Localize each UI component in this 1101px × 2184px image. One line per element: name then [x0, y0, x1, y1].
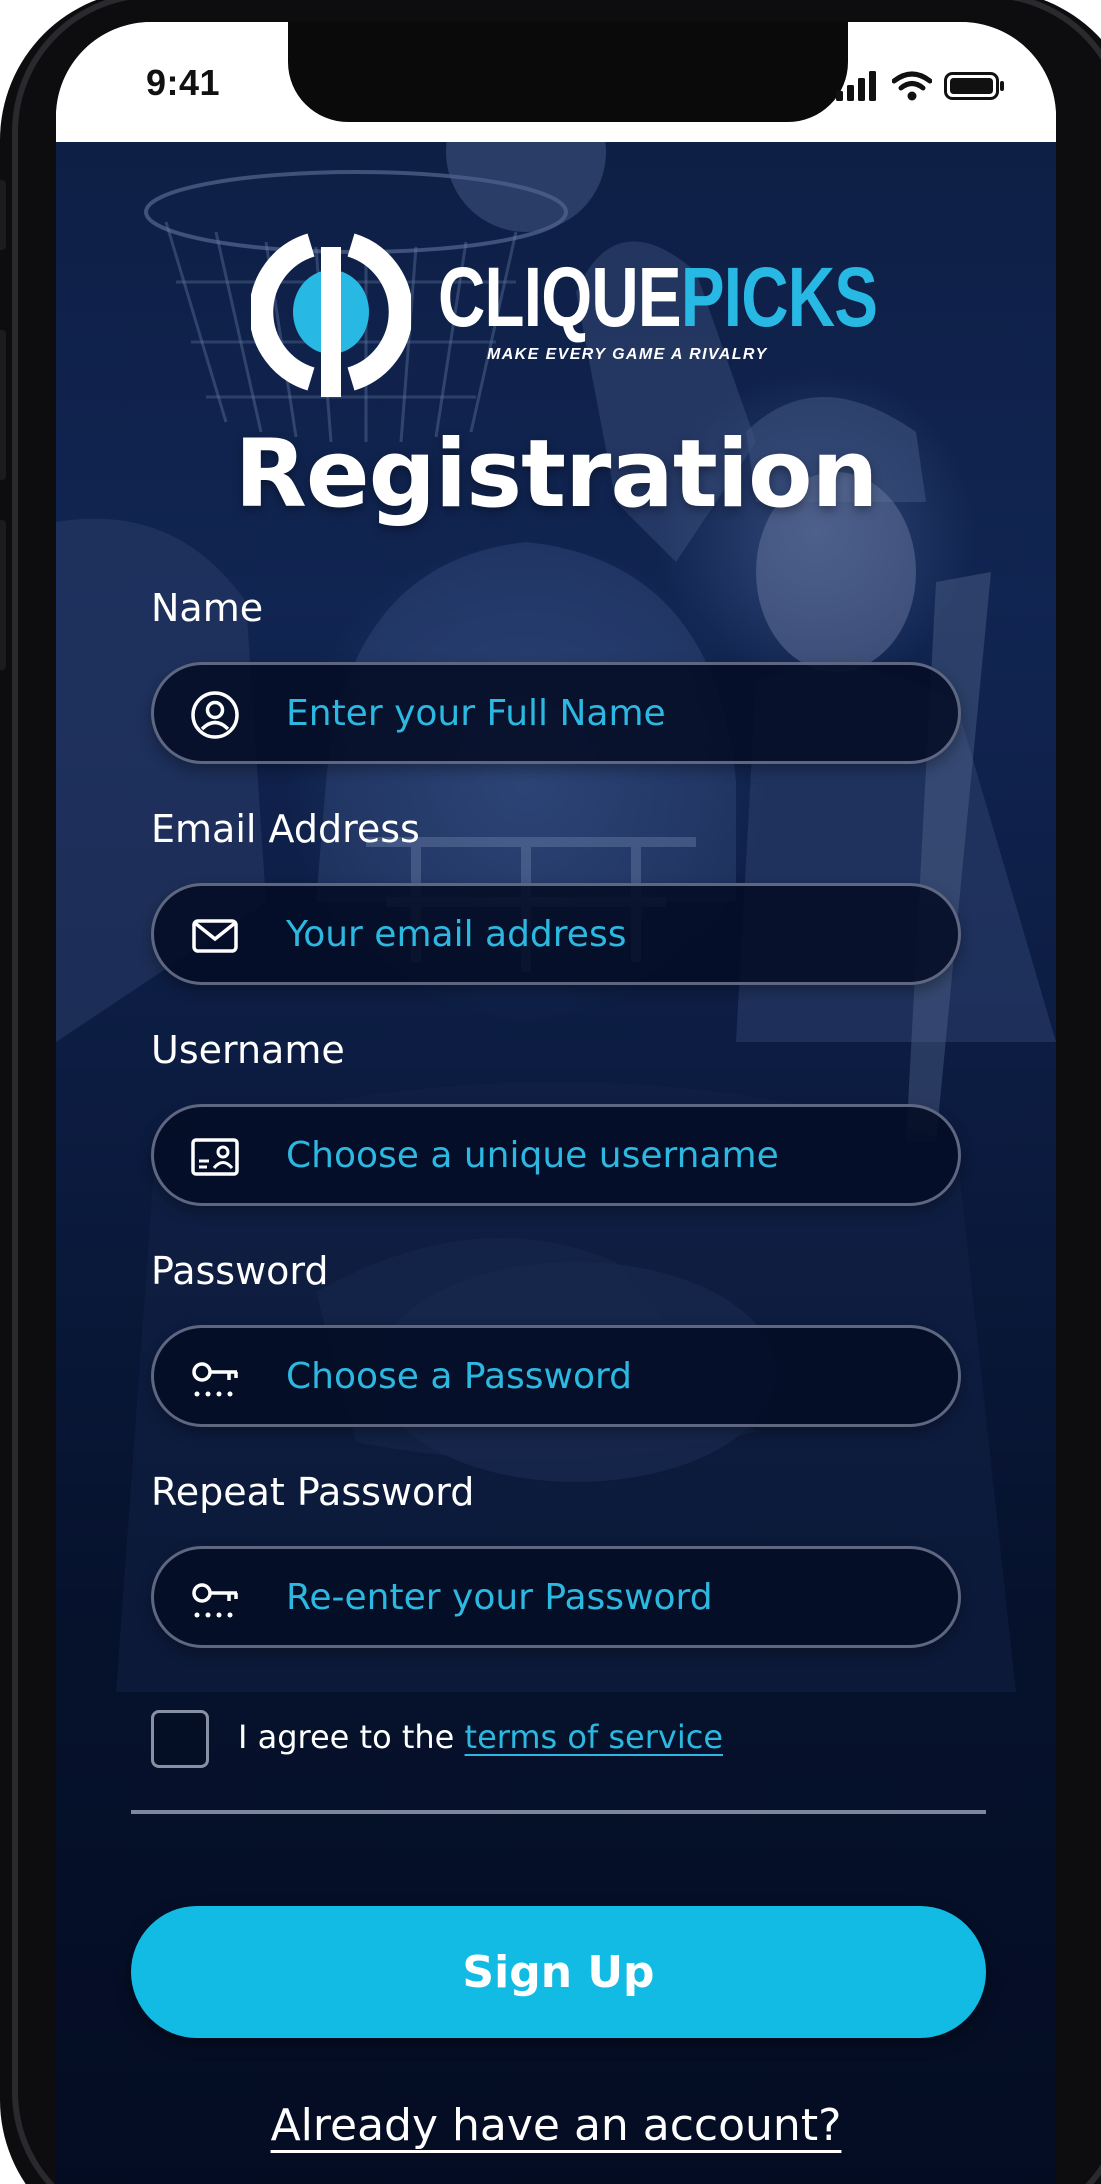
- status-icons: [836, 68, 1006, 104]
- mute-switch: [0, 180, 6, 250]
- divider: [131, 1810, 986, 1814]
- email-label: Email Address: [151, 807, 420, 851]
- logo-tagline: MAKE EVERY GAME A RIVALRY: [487, 346, 768, 363]
- email-field[interactable]: [151, 883, 961, 985]
- password-field[interactable]: [151, 1325, 961, 1427]
- logo-word-picks: PICKS: [680, 250, 878, 344]
- page-title: Registration: [234, 420, 879, 529]
- key-password-icon: [192, 1583, 238, 1618]
- cellular-signal-icon: [836, 71, 876, 101]
- sign-up-button[interactable]: Sign Up: [131, 1906, 986, 2038]
- volume-up-button: [0, 330, 6, 480]
- logo-mark-icon: [251, 233, 411, 397]
- user-circle-icon: [191, 691, 239, 739]
- cliquepicks-logo: CLIQUEPICKS MAKE EVERY GAME A RIVALRY: [251, 227, 881, 397]
- envelope-icon: [192, 919, 238, 953]
- registration-screen: CLIQUEPICKS MAKE EVERY GAME A RIVALRY Re…: [56, 142, 1056, 2184]
- name-field[interactable]: [151, 662, 961, 764]
- already-have-account-link[interactable]: Already have an account?: [56, 2100, 1056, 2151]
- repeat-password-field[interactable]: [151, 1546, 961, 1648]
- id-card-icon: [191, 1138, 239, 1176]
- terms-of-service-link[interactable]: terms of service: [465, 1718, 723, 1756]
- name-label: Name: [151, 586, 264, 630]
- username-input[interactable]: [286, 1107, 926, 1203]
- camera-notch: [288, 22, 848, 122]
- email-input[interactable]: [286, 886, 926, 982]
- repeat-password-label: Repeat Password: [151, 1470, 475, 1514]
- volume-down-button: [0, 520, 6, 670]
- logo-word-clique: CLIQUE: [438, 250, 682, 344]
- username-label: Username: [151, 1028, 345, 1072]
- wifi-icon: [892, 71, 932, 101]
- logo-wordmark: CLIQUEPICKS: [438, 255, 878, 339]
- repeat-password-input[interactable]: [286, 1549, 926, 1645]
- password-label: Password: [151, 1249, 329, 1293]
- name-input[interactable]: [286, 665, 926, 761]
- phone-mockup: 9:41 CLIQUEPICKS MAKE EVERY GAME A RIVAL…: [0, 0, 1101, 2184]
- terms-checkbox[interactable]: [151, 1710, 209, 1768]
- phone-screen: 9:41 CLIQUEPICKS MAKE EVERY GAME A RIVAL…: [56, 22, 1056, 2184]
- terms-agreement-text: I agree to the: [238, 1718, 465, 1756]
- username-field[interactable]: [151, 1104, 961, 1206]
- terms-agreement: I agree to the terms of service: [238, 1718, 723, 1756]
- key-password-icon: [192, 1362, 238, 1397]
- status-time: 9:41: [146, 62, 221, 103]
- status-bar: 9:41: [56, 22, 1056, 142]
- password-input[interactable]: [286, 1328, 926, 1424]
- battery-icon: [944, 72, 1004, 100]
